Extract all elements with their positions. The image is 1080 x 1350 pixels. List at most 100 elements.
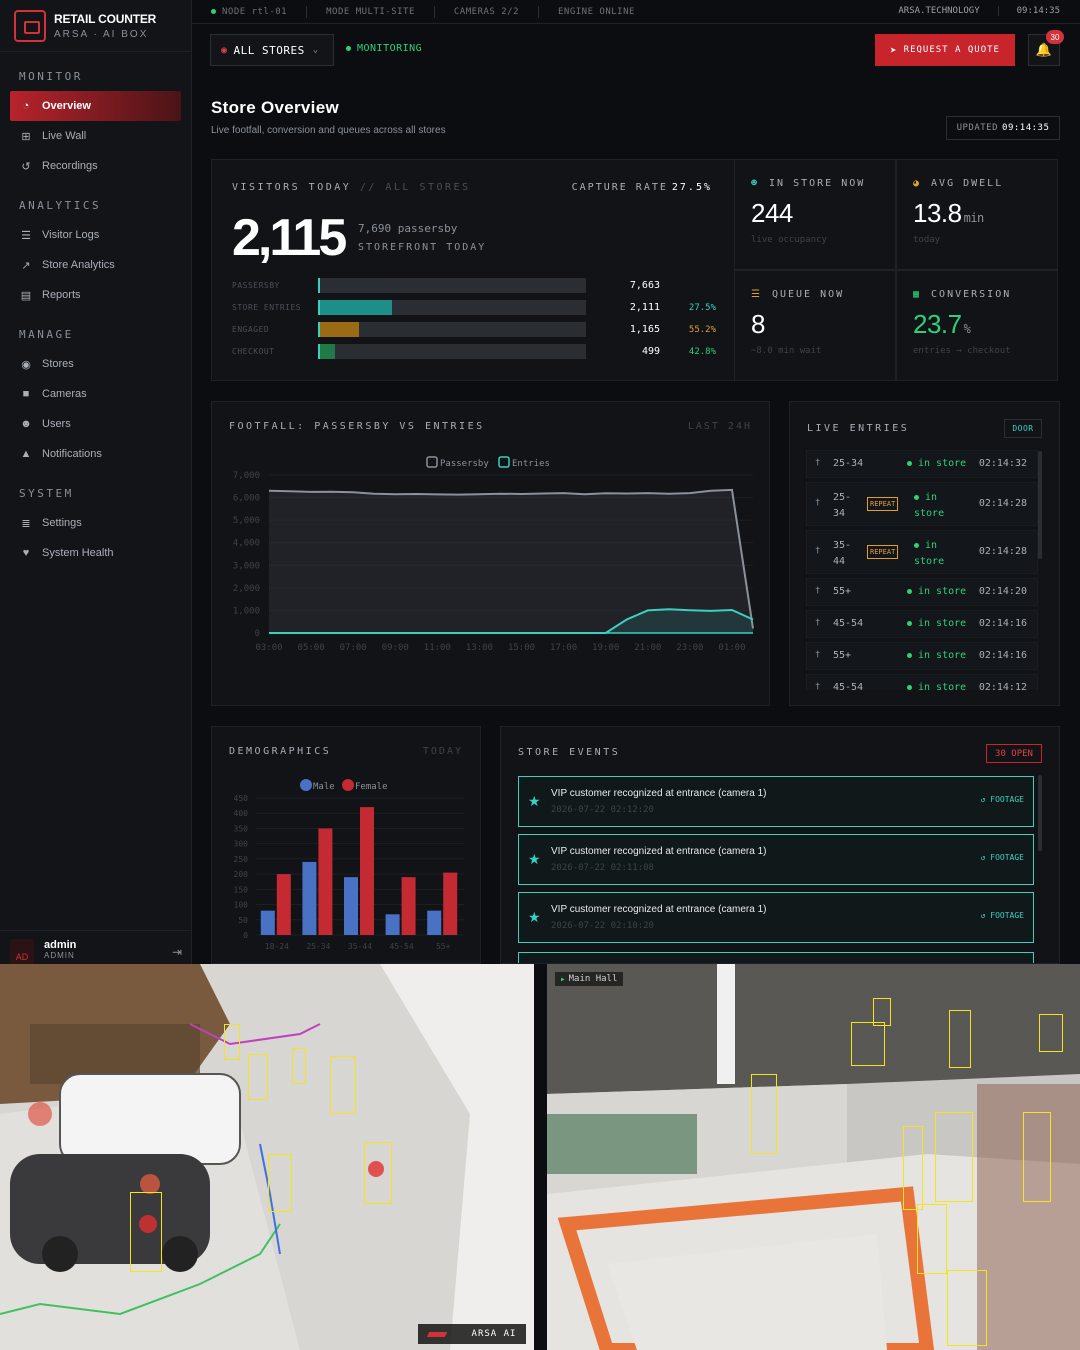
chart-line-icon: ↗: [21, 259, 31, 272]
door-filter-button[interactable]: DOOR: [1004, 419, 1042, 438]
y-tick-label: 350: [234, 824, 249, 833]
live-entry-row[interactable]: † 25-34 in store 02:14:32: [806, 450, 1038, 478]
x-tick-label: 09:00: [382, 643, 409, 653]
camera-feed-right[interactable]: Main Hall: [547, 964, 1080, 1350]
funnel-label: STORE ENTRIES: [232, 303, 302, 312]
entry-age: 45-54: [833, 618, 864, 629]
status-bar: NODE rtl-01 MODE MULTI-SITE CAMERAS 2/2 …: [192, 0, 1080, 24]
person-detection-box: [1023, 1112, 1051, 1202]
footfall-range[interactable]: LAST 24H: [688, 421, 752, 432]
kpi-label-text: CONVERSION: [931, 289, 1012, 300]
brand[interactable]: RETAIL COUNTER ARSA · AI BOX: [0, 0, 191, 52]
brand-subtitle: ARSA · AI BOX: [54, 28, 149, 40]
sidebar-item-reports[interactable]: ▤ Reports: [10, 280, 181, 310]
sidebar-item-live-wall[interactable]: ⊞ Live Wall: [10, 121, 181, 151]
live-entry-row[interactable]: † 45-54 in store 02:14:16: [806, 610, 1038, 638]
x-tick-label: 25-34: [306, 942, 330, 951]
sidebar-item-label: Overview: [42, 100, 91, 112]
sidebar-item-overview[interactable]: ◔ Overview: [10, 91, 181, 121]
live-entry-row[interactable]: † 45-54 in store 02:14:12: [806, 674, 1038, 690]
footage-label: FOOTAGE: [990, 853, 1024, 862]
kpi-label: ☰ QUEUE NOW: [751, 289, 844, 300]
sidebar-item-notifications[interactable]: ▲ Notifications: [10, 439, 181, 469]
footage-button[interactable]: ↺ FOOTAGE: [981, 911, 1024, 920]
live-entries-panel: LIVE ENTRIES DOOR † 25-34 in store 02:14:32…: [789, 401, 1060, 706]
sidebar-item-stores[interactable]: ◉ Stores: [10, 349, 181, 379]
funnel-row: STORE ENTRIES 2,111 27.5%: [232, 300, 716, 316]
person-detection-box: [130, 1192, 162, 1272]
request-quote-button[interactable]: ➤ REQUEST A QUOTE: [875, 34, 1015, 66]
funnel-bar: [318, 344, 336, 359]
live-entries-scrollbar[interactable]: [1038, 451, 1042, 559]
sidebar-item-users[interactable]: ☻ Users: [10, 409, 181, 439]
event-card[interactable]: [518, 952, 1034, 963]
event-text: VIP customer recognized at entrance (cam…: [551, 788, 767, 799]
x-tick-label: 35-44: [348, 942, 372, 951]
sidebar-item-store-analytics[interactable]: ↗ Store Analytics: [10, 250, 181, 280]
demographics-range[interactable]: TODAY: [423, 746, 463, 757]
live-entry-row[interactable]: † 55+ in store 02:14:20: [806, 578, 1038, 606]
bar-male-35-44: [344, 877, 358, 935]
avatar[interactable]: AD: [10, 939, 34, 965]
person-detection-box: [751, 1074, 777, 1154]
kpi-subtext: today: [913, 235, 941, 245]
sidebar-item-settings[interactable]: ≣ Settings: [10, 508, 181, 538]
entry-age: 35-44: [833, 540, 852, 567]
sidebar-item-label: System Health: [42, 547, 114, 559]
sidebar-item-label: Stores: [42, 358, 74, 370]
legend-item-entries[interactable]: Entries: [498, 456, 550, 469]
legend-item-male[interactable]: Male: [300, 779, 335, 792]
monitoring-status: MONITORING: [346, 43, 422, 54]
status-engine: ENGINE ONLINE: [558, 6, 635, 17]
legend-item-female[interactable]: Female: [342, 779, 388, 792]
entry-status: in store: [907, 586, 966, 597]
person-detection-box: [873, 998, 891, 1026]
funnel-bar: [318, 300, 392, 315]
logout-icon[interactable]: ⇥: [172, 945, 182, 959]
page-subtitle: Live footfall, conversion and queues acr…: [211, 125, 446, 136]
kpi-value: 13.8 min: [913, 198, 984, 229]
person-detection-box: [292, 1048, 306, 1084]
gauge-icon: ◔: [22, 100, 30, 112]
legend-swatch: [342, 779, 354, 791]
legend-item-passersby[interactable]: Passersby: [426, 456, 489, 469]
bar-male-18-24: [260, 910, 275, 935]
sidebar-nav: MONITOR ◔ Overview ⊞ Live Wall ↺ Recordings ANA…: [0, 52, 191, 568]
person-icon: †: [815, 546, 821, 556]
legend-label: Passersby: [440, 459, 489, 469]
bar-female-55+: [443, 872, 458, 935]
sidebar-item-visitor-logs[interactable]: ☰ Visitor Logs: [10, 220, 181, 250]
kpi-value-number: 23.7: [913, 309, 962, 339]
open-events-badge[interactable]: 30 OPEN: [986, 744, 1042, 763]
y-tick-label: 100: [234, 901, 249, 910]
sidebar-item-cameras[interactable]: ■ Cameras: [10, 379, 181, 409]
kpi-conversion: ▦ CONVERSION 23.7% entries → checkout: [896, 270, 1058, 381]
footage-button[interactable]: ↺ FOOTAGE: [981, 853, 1024, 862]
live-entry-row[interactable]: † 25-34 REPEAT in store 02:14:28: [806, 482, 1038, 526]
kpi-subtext: ~8.0 min wait: [751, 346, 822, 356]
live-entry-row[interactable]: † 55+ in store 02:14:16: [806, 642, 1038, 670]
sidebar-item-recordings[interactable]: ↺ Recordings: [10, 151, 181, 181]
kpi-unit: %: [963, 322, 971, 336]
camera-feed-left[interactable]: ARSA AI: [0, 964, 534, 1350]
grid-icon: ⊞: [21, 130, 31, 143]
demographics-panel: DEMOGRAPHICS TODAY 450 400 350 300 250 200 150…: [211, 726, 481, 964]
live-entry-row[interactable]: † 35-44 REPEAT in store 02:14:28: [806, 530, 1038, 574]
store-events-scrollbar[interactable]: [1038, 775, 1042, 851]
x-tick-label: 18-24: [265, 942, 289, 951]
person-detection-box: [330, 1056, 356, 1114]
kpi-value: 8: [751, 309, 765, 340]
event-card[interactable]: ★ VIP customer recognized at entrance (ca…: [518, 776, 1034, 827]
online-dot-icon: [211, 8, 216, 14]
store-select[interactable]: ◉ ALL STORES ⌄: [210, 34, 334, 66]
funnel-label: PASSERSBY: [232, 281, 280, 290]
sidebar-item-label: Users: [42, 418, 71, 430]
event-card[interactable]: ★ VIP customer recognized at entrance (ca…: [518, 892, 1034, 943]
funnel-value: 2,111: [629, 302, 660, 313]
notifications-badge: 30: [1046, 30, 1064, 44]
updated-time: 09:14:35: [1002, 123, 1050, 133]
footage-button[interactable]: ↺ FOOTAGE: [981, 795, 1024, 804]
event-card[interactable]: ★ VIP customer recognized at entrance (ca…: [518, 834, 1034, 885]
sidebar-item-system-health[interactable]: ♥ System Health: [10, 538, 181, 568]
entry-age: 45-54: [833, 682, 864, 690]
